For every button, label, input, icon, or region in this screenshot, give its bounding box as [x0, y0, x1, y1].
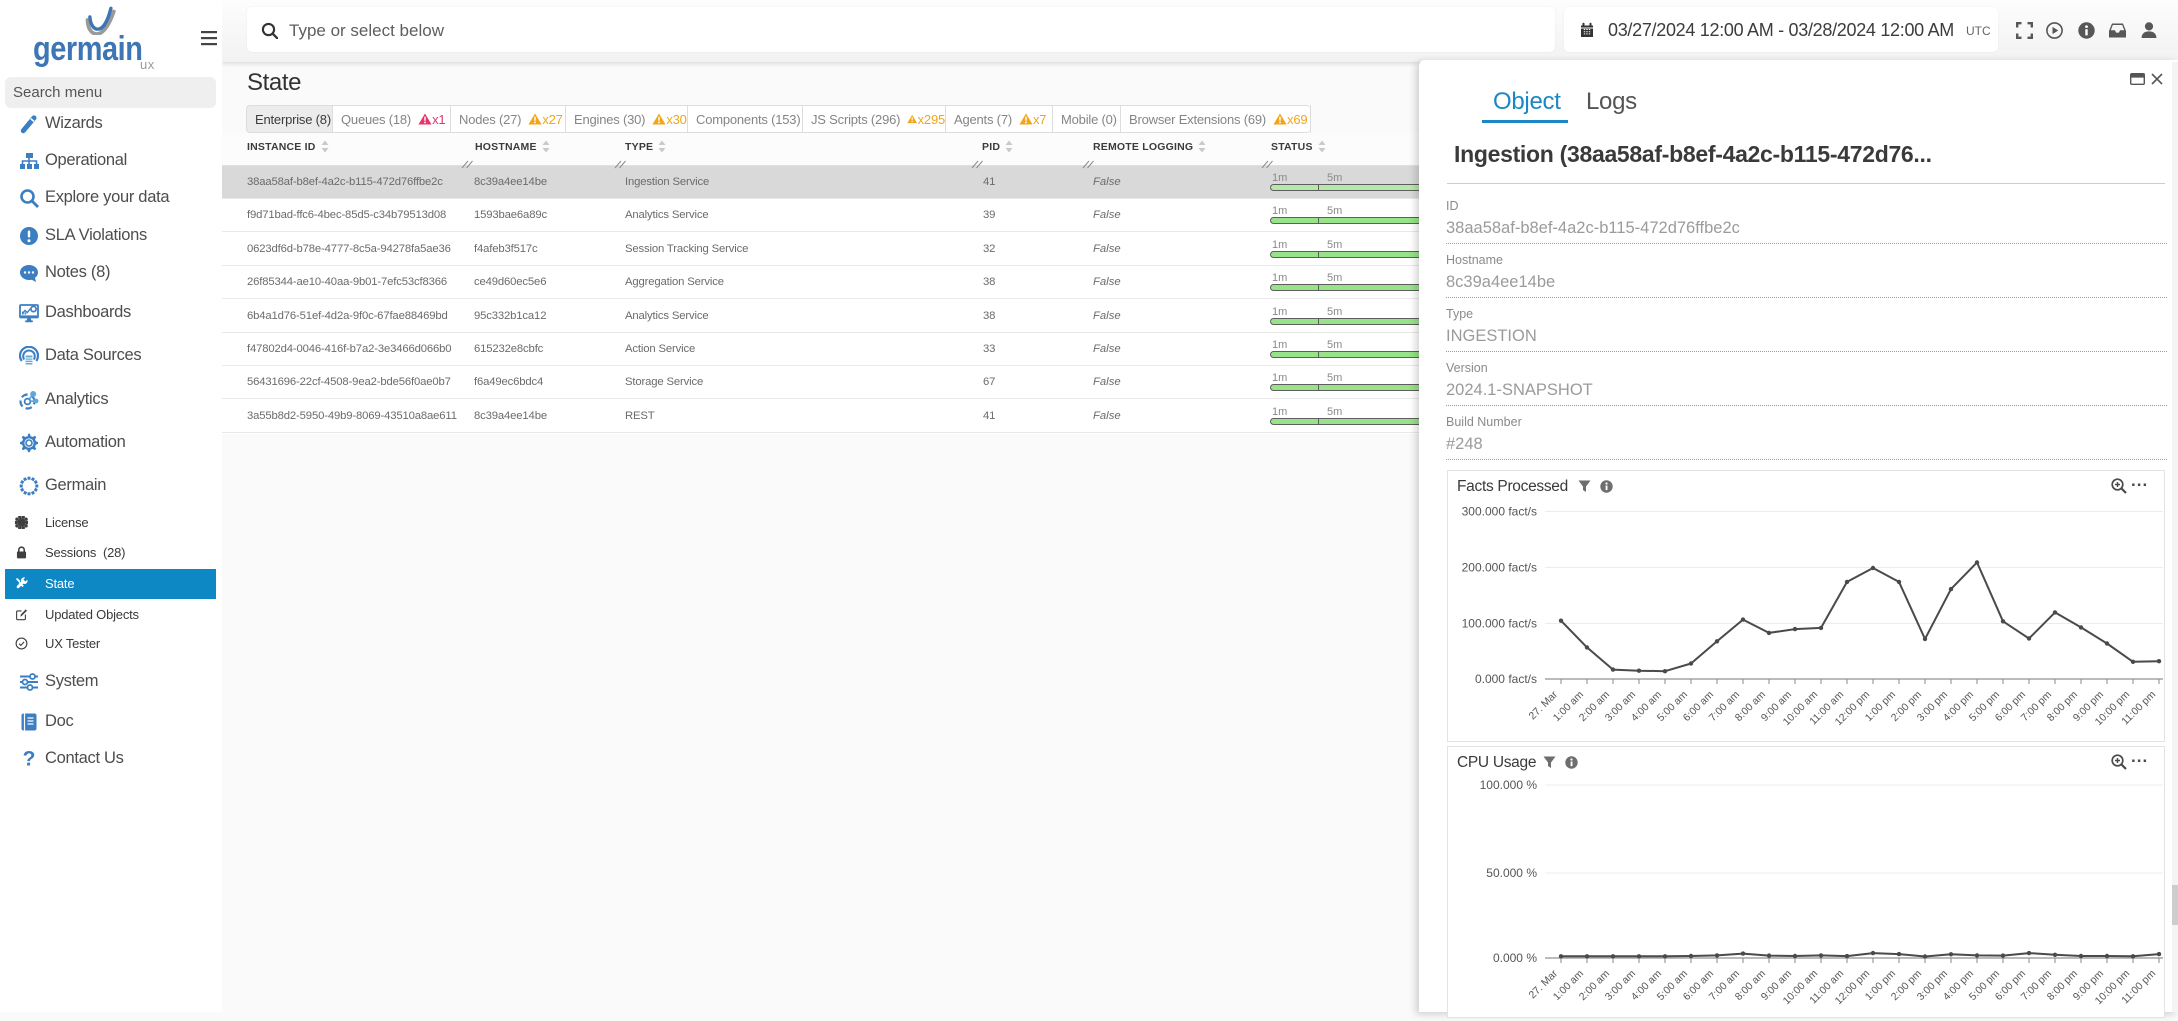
svg-text:200.000 fact/s: 200.000 fact/s: [1462, 561, 1537, 575]
svg-text:100.000 fact/s: 100.000 fact/s: [1462, 617, 1537, 631]
svg-text:50.000 %: 50.000 %: [1486, 866, 1537, 880]
svg-text:300.000 fact/s: 300.000 fact/s: [1462, 505, 1537, 519]
svg-text:0.000 fact/s: 0.000 fact/s: [1475, 672, 1537, 686]
svg-text:?: ?: [23, 749, 36, 769]
svg-text:0.000 %: 0.000 %: [1493, 951, 1537, 965]
svg-text:100.000 %: 100.000 %: [1480, 778, 1538, 792]
